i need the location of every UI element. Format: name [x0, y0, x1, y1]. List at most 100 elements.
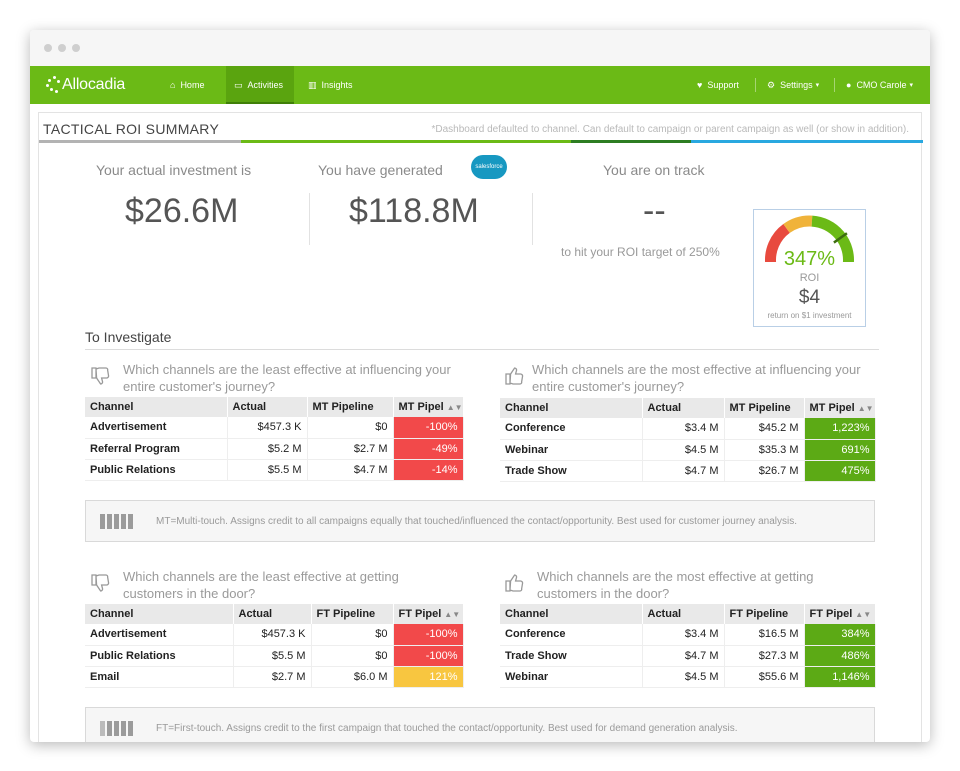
monitor-icon: ▭: [234, 79, 243, 90]
table-row[interactable]: Advertisement $457.3 K $0 -100%: [85, 624, 464, 646]
col-channel[interactable]: Channel: [500, 604, 643, 624]
mt-definition-note: MT=Multi-touch. Assigns credit to all ca…: [85, 500, 875, 542]
roi-percent-cell: 486%: [804, 645, 876, 667]
roi-percent-cell: -100%: [393, 645, 464, 667]
kpi-divider: [532, 193, 533, 245]
channel-cell: Conference: [500, 418, 643, 440]
col-actual[interactable]: Actual: [642, 604, 725, 624]
roi-return-text: return on $1 investment: [767, 311, 852, 320]
roi-percent-cell: 384%: [804, 624, 876, 646]
mt-note-text: MT=Multi-touch. Assigns credit to all ca…: [156, 516, 797, 527]
col-mt-pipeline[interactable]: MT Pipeline: [307, 397, 394, 417]
roi-percent-cell: -100%: [393, 624, 464, 646]
roi-percent: 347%: [783, 248, 836, 270]
title-underline: [691, 140, 923, 143]
bar-chart-icon: ▥: [308, 79, 317, 90]
col-ft-roi[interactable]: FT Pipel ▲▼: [804, 604, 876, 624]
on-track-label: You are on track: [603, 162, 705, 178]
sort-icon[interactable]: ▲▼: [858, 404, 874, 413]
sort-icon[interactable]: ▲▼: [444, 610, 460, 619]
col-mt-roi[interactable]: MT Pipel ▲▼: [393, 397, 464, 417]
table-row[interactable]: Conference $3.4 M $45.2 M 1,223%: [500, 418, 876, 440]
col-ft-pipeline[interactable]: FT Pipeline: [311, 604, 394, 624]
nav-separator: [834, 78, 835, 92]
table-ft-most: Channel Actual FT Pipeline FT Pipel ▲▼ Co…: [500, 604, 876, 688]
roi-percent-cell: 475%: [804, 460, 876, 482]
actual-cell: $457.3 K: [227, 417, 308, 439]
col-ft-pipeline[interactable]: FT Pipeline: [724, 604, 805, 624]
pipeline-cell: $27.3 M: [724, 645, 805, 667]
chevron-down-icon: ▾: [909, 82, 913, 89]
actual-cell: $5.2 M: [227, 438, 308, 460]
bar-legend-icon: [100, 514, 133, 529]
section-divider: [85, 349, 879, 350]
roi-percent-cell: 121%: [393, 666, 464, 688]
top-nav: Allocadia ⌂ Home ▭ Activities ▥ Insights…: [30, 66, 930, 104]
nav-insights[interactable]: ▥ Insights: [308, 66, 368, 104]
title-underline: [571, 140, 691, 143]
chevron-down-icon: ▾: [815, 82, 820, 89]
col-actual[interactable]: Actual: [233, 604, 312, 624]
sort-icon[interactable]: ▲▼: [447, 403, 462, 412]
pipeline-cell: $4.7 M: [307, 459, 394, 481]
table-ft-least: Channel Actual FT Pipeline FT Pipel ▲▼ Ad…: [85, 604, 464, 688]
table-row[interactable]: Conference $3.4 M $16.5 M 384%: [500, 624, 876, 646]
question-mt-most: Which channels are the most effective at…: [532, 362, 861, 394]
question-mt-least: Which channels are the least effective a…: [123, 362, 451, 394]
actual-cell: $5.5 M: [233, 645, 312, 667]
pipeline-cell: $0: [311, 624, 394, 646]
actual-cell: $4.7 M: [642, 460, 725, 482]
col-channel[interactable]: Channel: [85, 604, 234, 624]
table-row[interactable]: Webinar $4.5 M $35.3 M 691%: [500, 439, 876, 461]
channel-cell: Public Relations: [85, 645, 234, 667]
window-minimize-dot[interactable]: [58, 44, 66, 52]
question-ft-least: Which channels are the least effective a…: [123, 569, 399, 601]
channel-cell: Referral Program: [85, 438, 228, 460]
pipeline-cell: $0: [307, 417, 394, 439]
nav-user-menu[interactable]: ● CMO Carole ▾: [846, 66, 926, 104]
roi-label: ROI: [799, 272, 820, 284]
nav-support[interactable]: ♥ Support: [697, 66, 747, 104]
channel-cell: Advertisement: [85, 417, 228, 439]
roi-percent-cell: -100%: [393, 417, 464, 439]
page-note: *Dashboard defaulted to channel. Can def…: [431, 124, 909, 135]
thumbs-up-icon: [505, 367, 524, 385]
col-mt-pipeline[interactable]: MT Pipeline: [724, 398, 805, 418]
generated-value: $118.8M: [349, 192, 479, 230]
nav-activities[interactable]: ▭ Activities: [226, 66, 294, 104]
table-row[interactable]: Trade Show $4.7 M $26.7 M 475%: [500, 460, 876, 482]
nav-home[interactable]: ⌂ Home: [170, 66, 220, 104]
channel-cell: Trade Show: [500, 460, 643, 482]
table-row[interactable]: Advertisement $457.3 K $0 -100%: [85, 417, 464, 439]
col-channel[interactable]: Channel: [85, 397, 228, 417]
col-mt-roi[interactable]: MT Pipel ▲▼: [804, 398, 876, 418]
nav-separator: [755, 78, 756, 92]
channel-cell: Webinar: [500, 666, 643, 688]
window-close-dot[interactable]: [44, 44, 52, 52]
pipeline-cell: $45.2 M: [724, 418, 805, 440]
title-underline: [39, 140, 241, 143]
logo-text: Allocadia: [62, 76, 126, 93]
table-row[interactable]: Referral Program $5.2 M $2.7 M -49%: [85, 438, 464, 460]
channel-cell: Trade Show: [500, 645, 643, 667]
window-maximize-dot[interactable]: [72, 44, 80, 52]
col-actual[interactable]: Actual: [642, 398, 725, 418]
table-row[interactable]: Trade Show $4.7 M $27.3 M 486%: [500, 645, 876, 667]
pipeline-cell: $55.6 M: [724, 666, 805, 688]
ft-note-text: FT=First-touch. Assigns credit to the fi…: [156, 723, 738, 734]
actual-cell: $4.7 M: [642, 645, 725, 667]
logo-dots-icon: [46, 76, 60, 94]
nav-settings[interactable]: ⚙ Settings ▾: [767, 66, 827, 104]
col-actual[interactable]: Actual: [227, 397, 308, 417]
table-row[interactable]: Public Relations $5.5 M $0 -100%: [85, 645, 464, 667]
sort-icon[interactable]: ▲▼: [855, 610, 871, 619]
page-title: TACTICAL ROI SUMMARY: [43, 121, 220, 137]
table-row[interactable]: Email $2.7 M $6.0 M 121%: [85, 666, 464, 688]
table-row[interactable]: Webinar $4.5 M $55.6 M 1,146%: [500, 666, 876, 688]
col-channel[interactable]: Channel: [500, 398, 643, 418]
logo[interactable]: Allocadia: [46, 72, 125, 98]
roi-percent-cell: -14%: [393, 459, 464, 481]
table-row[interactable]: Public Relations $5.5 M $4.7 M -14%: [85, 459, 464, 481]
channel-cell: Email: [85, 666, 234, 688]
col-ft-roi[interactable]: FT Pipel ▲▼: [393, 604, 464, 624]
